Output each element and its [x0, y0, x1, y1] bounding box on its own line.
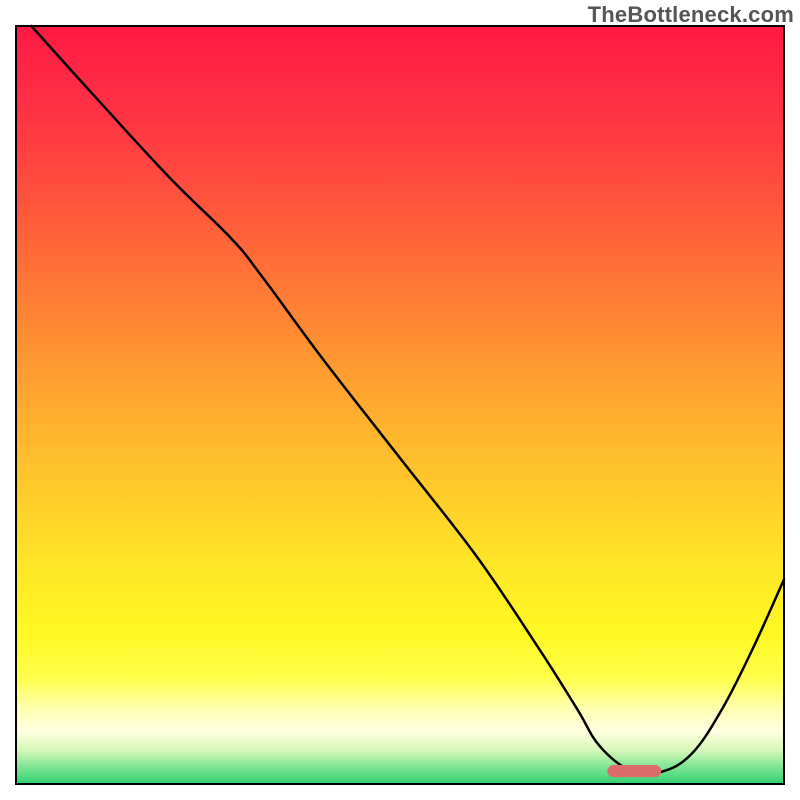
watermark-text: TheBottleneck.com [588, 2, 794, 28]
bottleneck-chart [0, 0, 800, 800]
chart-container: TheBottleneck.com [0, 0, 800, 800]
optimal-marker [607, 765, 661, 777]
plot-background-gradient [16, 26, 784, 784]
